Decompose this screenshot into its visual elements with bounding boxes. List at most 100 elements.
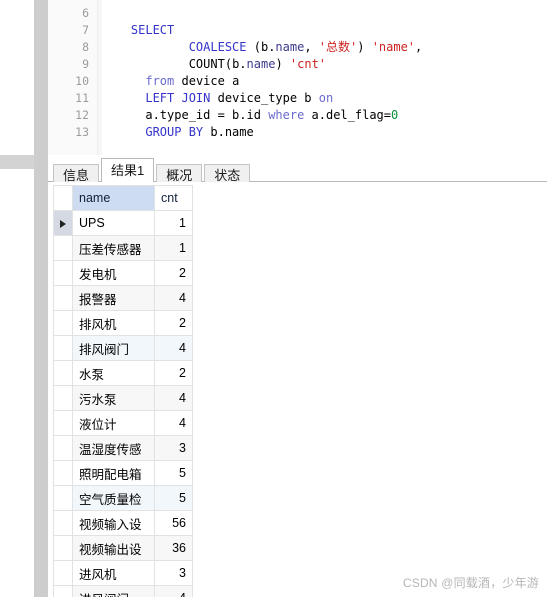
table-row[interactable]: 温湿度传感 3	[53, 435, 193, 461]
cell-cnt[interactable]: 36	[154, 535, 193, 561]
table-row[interactable]: 发电机 2	[53, 260, 193, 286]
row-indicator-cell[interactable]	[53, 385, 73, 411]
table-row[interactable]: 视频输入设 56	[53, 510, 193, 536]
code-line[interactable]: 13 GROUP BY b.name	[48, 124, 547, 141]
cell-name[interactable]: 水泵	[72, 360, 155, 386]
table-row[interactable]: 进风机 3	[53, 560, 193, 586]
code-line[interactable]: 12 a.type_id = b.id where a.del_flag=0	[48, 107, 547, 124]
code-line[interactable]: 9 COUNT(b.name) 'cnt'	[48, 56, 547, 73]
table-row[interactable]: 空气质量检 5	[53, 485, 193, 511]
cell-cnt[interactable]: 4	[154, 385, 193, 411]
cell-cnt[interactable]: 56	[154, 510, 193, 536]
line-text[interactable]: COUNT(b.name) 'cnt'	[89, 56, 326, 73]
row-indicator-cell[interactable]	[53, 535, 73, 561]
table-row[interactable]: 照明配电箱 5	[53, 460, 193, 486]
line-number: 8	[82, 40, 89, 54]
column-header-cnt[interactable]: cnt	[154, 185, 193, 211]
cell-cnt[interactable]: 3	[154, 435, 193, 461]
sql-editor-pane[interactable]: 67 SELECT 8 COALESCE (b.name, '总数') 'name…	[48, 0, 547, 155]
sql-editor-surface[interactable]: 67 SELECT 8 COALESCE (b.name, '总数') 'name…	[48, 0, 547, 155]
line-text[interactable]: SELECT	[89, 22, 174, 39]
table-row[interactable]: 污水泵 4	[53, 385, 193, 411]
cell-cnt[interactable]: 2	[154, 310, 193, 336]
cell-cnt[interactable]: 4	[154, 335, 193, 361]
code-token: name	[246, 57, 276, 71]
cell-name[interactable]: 空气质量检	[72, 485, 155, 511]
table-row[interactable]: 压差传感器 1	[53, 235, 193, 261]
code-line[interactable]: 6	[48, 5, 547, 22]
row-indicator-cell[interactable]	[53, 485, 73, 511]
table-row[interactable]: UPS 1	[53, 210, 193, 236]
cell-cnt[interactable]: 3	[154, 560, 193, 586]
result-tab[interactable]: 结果1	[101, 158, 155, 182]
cell-name[interactable]: UPS	[72, 210, 155, 236]
table-row[interactable]: 水泵 2	[53, 360, 193, 386]
table-row[interactable]: 液位计 4	[53, 410, 193, 436]
table-row[interactable]: 进风阀门4	[53, 585, 193, 597]
line-text[interactable]: COALESCE (b.name, '总数') 'name',	[89, 39, 423, 56]
result-grid[interactable]: name cnt UPS 1 压差传感器 1 发电机 2 报警器 4 排风机 2 排风阀门 4 水泵 2 污…	[53, 185, 193, 597]
row-indicator-cell[interactable]	[53, 210, 73, 236]
table-row[interactable]: 排风阀门 4	[53, 335, 193, 361]
line-text[interactable]: LEFT JOIN device_type b on	[89, 90, 333, 107]
cell-cnt[interactable]: 5	[154, 485, 193, 511]
row-indicator-header	[53, 185, 73, 211]
cell-cnt[interactable]: 2	[154, 360, 193, 386]
row-indicator-cell[interactable]	[53, 585, 73, 597]
cell-name[interactable]: 进风机	[72, 560, 155, 586]
cell-name[interactable]: 液位计	[72, 410, 155, 436]
line-number: 7	[82, 23, 89, 37]
result-grid-body[interactable]: UPS 1 压差传感器 1 发电机 2 报警器 4 排风机 2 排风阀门 4 水泵 2 污水泵 4 液位计 4 温湿…	[53, 210, 193, 597]
row-indicator-cell[interactable]	[53, 360, 73, 386]
cell-name[interactable]: 发电机	[72, 260, 155, 286]
cell-name[interactable]: 视频输入设	[72, 510, 155, 536]
row-indicator-cell[interactable]	[53, 260, 73, 286]
table-row[interactable]: 报警器 4	[53, 285, 193, 311]
cell-name[interactable]: 温湿度传感	[72, 435, 155, 461]
code-line[interactable]: 10 from device a	[48, 73, 547, 90]
result-grid-pane[interactable]: name cnt UPS 1 压差传感器 1 发电机 2 报警器 4 排风机 2 排风阀门 4 水泵 2 污…	[48, 182, 547, 597]
code-token: '总数'	[318, 40, 358, 54]
cell-name[interactable]: 排风阀门	[72, 335, 155, 361]
cell-cnt[interactable]: 4	[154, 285, 193, 311]
row-indicator-cell[interactable]	[53, 460, 73, 486]
cell-name[interactable]: 污水泵	[72, 385, 155, 411]
code-line[interactable]: 7 SELECT	[48, 22, 547, 39]
code-token: GROUP BY	[145, 125, 204, 139]
cell-name[interactable]: 视频输出设	[72, 535, 155, 561]
row-indicator-cell[interactable]	[53, 235, 73, 261]
cell-name[interactable]: 报警器	[72, 285, 155, 311]
line-text[interactable]: a.type_id = b.id where a.del_flag=0	[89, 107, 398, 124]
watermark-text: CSDN @同载酒，少年游	[402, 576, 539, 590]
row-indicator-cell[interactable]	[53, 560, 73, 586]
cell-cnt[interactable]: 4	[154, 410, 193, 436]
code-line[interactable]: 11 LEFT JOIN device_type b on	[48, 90, 547, 107]
line-text[interactable]: from device a	[89, 73, 239, 90]
cell-name[interactable]: 排风机	[72, 310, 155, 336]
line-text[interactable]: GROUP BY b.name	[89, 124, 253, 141]
row-indicator-cell[interactable]	[53, 310, 73, 336]
line-number: 11	[75, 91, 89, 105]
row-indicator-cell[interactable]	[53, 435, 73, 461]
vertical-splitter[interactable]	[34, 0, 48, 597]
table-row[interactable]: 视频输出设 36	[53, 535, 193, 561]
row-indicator-cell[interactable]	[53, 335, 73, 361]
row-indicator-cell[interactable]	[53, 410, 73, 436]
table-row[interactable]: 排风机 2	[53, 310, 193, 336]
row-indicator-cell[interactable]	[53, 285, 73, 311]
cell-name[interactable]: 进风阀门	[72, 585, 155, 597]
column-header-name[interactable]: name	[72, 185, 155, 211]
sql-code-text[interactable]: 67 SELECT 8 COALESCE (b.name, '总数') 'name…	[48, 0, 547, 155]
code-line[interactable]: 8 COALESCE (b.name, '总数') 'name',	[48, 39, 547, 56]
cell-cnt[interactable]: 4	[154, 585, 193, 597]
row-indicator-cell[interactable]	[53, 510, 73, 536]
cell-name[interactable]: 照明配电箱	[72, 460, 155, 486]
cell-cnt[interactable]: 2	[154, 260, 193, 286]
cell-cnt[interactable]: 5	[154, 460, 193, 486]
cell-cnt[interactable]: 1	[154, 235, 193, 261]
cell-cnt[interactable]: 1	[154, 210, 193, 236]
cell-name[interactable]: 压差传感器	[72, 235, 155, 261]
